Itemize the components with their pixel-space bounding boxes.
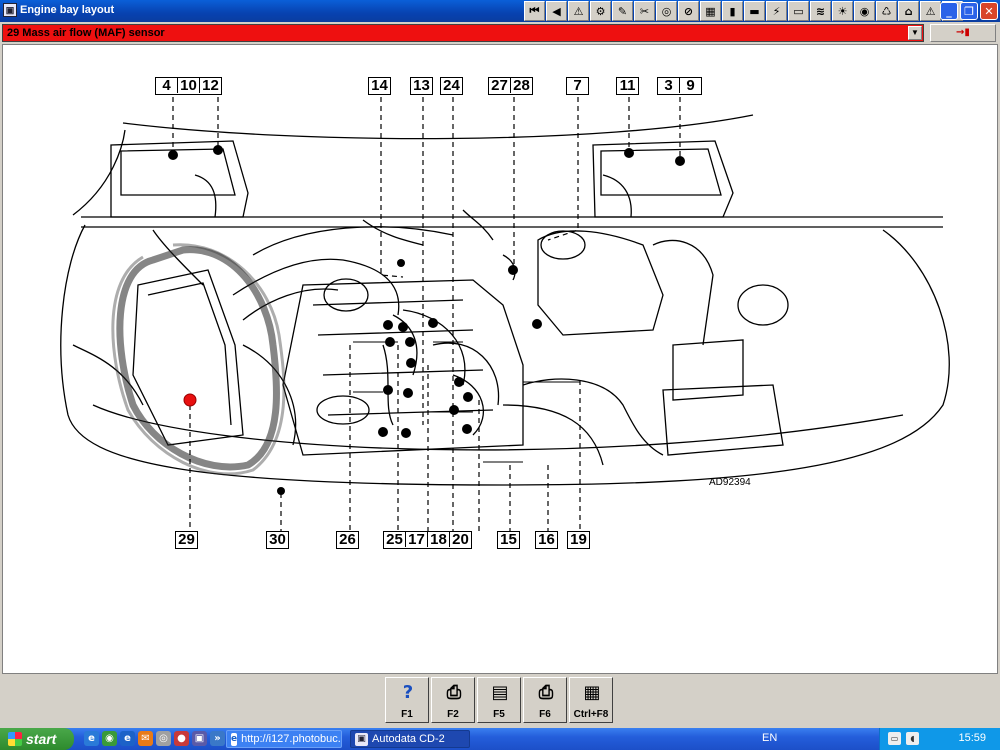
- language-indicator[interactable]: EN: [762, 732, 777, 744]
- battery-icon[interactable]: ▭: [788, 1, 809, 21]
- selected-component: 29 Mass air flow (MAF) sensor: [7, 27, 165, 39]
- internet-explorer-icon: e: [231, 732, 238, 746]
- print-button[interactable]: ⎙ F6: [523, 677, 567, 723]
- electrical-icon[interactable]: ⚡: [766, 1, 787, 21]
- callout-label[interactable]: 39: [657, 77, 702, 95]
- maf-sensor-marker[interactable]: [183, 393, 197, 407]
- tray-network-icon[interactable]: ▭: [888, 732, 901, 745]
- autodata-app-icon: ▣: [3, 3, 17, 17]
- callout-label[interactable]: 16: [535, 531, 558, 549]
- quick-launch-icon[interactable]: e: [84, 731, 99, 746]
- autodata-app-icon: ▣: [355, 732, 368, 746]
- info-icon[interactable]: ⚠: [920, 1, 941, 21]
- quick-launch: e ◉ e ✉ ◎ ● ▣ »: [84, 731, 225, 746]
- quick-launch-icon[interactable]: ●: [174, 731, 189, 746]
- component-selector[interactable]: 29 Mass air flow (MAF) sensor ▼: [2, 24, 924, 42]
- quick-launch-icon[interactable]: »: [210, 731, 225, 746]
- engine-bay-drawing: [60, 97, 950, 535]
- service-icon[interactable]: ♺: [876, 1, 897, 21]
- wiring-icon[interactable]: ≋: [810, 1, 831, 21]
- callout-label[interactable]: 7: [566, 77, 589, 95]
- minimize-button[interactable]: _: [940, 2, 958, 20]
- wrench-icon[interactable]: ✂: [634, 1, 655, 21]
- taskbar-item-autodata[interactable]: ▣ Autodata CD-2: [350, 730, 470, 748]
- table-icon: ▦: [583, 682, 601, 703]
- engine-bay-diagram: AD92394 4 10 12 14 13 24 27 28 7 11 39 29 3…: [2, 44, 998, 674]
- maximize-button[interactable]: ❐: [960, 2, 978, 20]
- close-button[interactable]: ✕: [980, 2, 998, 20]
- document-icon: ▤: [491, 682, 509, 703]
- printer-icon: ⎙: [538, 682, 554, 703]
- callout-label-29[interactable]: 29: [175, 531, 198, 549]
- callout-label[interactable]: 13: [410, 77, 433, 95]
- callout-label[interactable]: 30: [266, 531, 289, 549]
- quick-launch-icon[interactable]: ✉: [138, 731, 153, 746]
- gauge-icon[interactable]: ◎: [656, 1, 677, 21]
- callout-label[interactable]: 4 10 12: [155, 77, 222, 95]
- tray-volume-icon[interactable]: ◖: [906, 732, 919, 745]
- callout-label[interactable]: 27 28: [488, 77, 533, 95]
- title-toolbar: ⏮◀⚠⚙✎✂◎⊘▦▮▬⚡▭≋☀◉♺⌂⚠◈: [524, 1, 963, 21]
- quick-launch-icon[interactable]: e: [120, 731, 135, 746]
- brake-icon[interactable]: ◉: [854, 1, 875, 21]
- callout-label[interactable]: 25 17 18 20: [383, 531, 472, 549]
- callout-label[interactable]: 24: [440, 77, 463, 95]
- quick-launch-icon[interactable]: ▣: [192, 731, 207, 746]
- windows-logo-icon: [8, 732, 22, 746]
- timing-belt-icon[interactable]: ⊘: [678, 1, 699, 21]
- warning-icon[interactable]: ⚠: [568, 1, 589, 21]
- body-icon[interactable]: ⌂: [898, 1, 919, 21]
- window-title: Engine bay layout: [20, 4, 115, 16]
- quick-launch-icon[interactable]: ◉: [102, 731, 117, 746]
- first-page-icon[interactable]: ⏮: [524, 1, 545, 21]
- help-icon: ?: [402, 682, 414, 703]
- exit-button[interactable]: →▮: [930, 24, 996, 42]
- print-preview-button[interactable]: ⎙ F2: [431, 677, 475, 723]
- taskbar: start e ◉ e ✉ ◎ ● ▣ » e http://i127.phot…: [0, 728, 1000, 750]
- table-button[interactable]: ▦ Ctrl+F8: [569, 677, 613, 723]
- function-key-bar: ? F1 ⎙ F2 ▤ F5 ⎙ F6 ▦ Ctrl+F8: [385, 677, 613, 723]
- quick-launch-icon[interactable]: ◎: [156, 731, 171, 746]
- system-tray: EN ▭ ◖ 15:59: [762, 728, 1000, 750]
- tools-icon[interactable]: ✎: [612, 1, 633, 21]
- lamp-icon[interactable]: ☀: [832, 1, 853, 21]
- help-button[interactable]: ? F1: [385, 677, 429, 723]
- callout-label[interactable]: 26: [336, 531, 359, 549]
- start-button[interactable]: start: [0, 728, 74, 750]
- back-icon[interactable]: ◀: [546, 1, 567, 21]
- print-preview-icon: ⎙: [446, 682, 462, 703]
- car-icon[interactable]: ▬: [744, 1, 765, 21]
- calendar-icon[interactable]: ▦: [700, 1, 721, 21]
- callout-label[interactable]: 11: [616, 77, 639, 95]
- figure-code: AD92394: [709, 477, 751, 488]
- callout-label[interactable]: 19: [567, 531, 590, 549]
- title-bar: ▣ Engine bay layout ⏮◀⚠⚙✎✂◎⊘▦▮▬⚡▭≋☀◉♺⌂⚠◈…: [0, 0, 1000, 22]
- clock: 15:59: [958, 732, 986, 744]
- fuel-icon[interactable]: ▮: [722, 1, 743, 21]
- document-button[interactable]: ▤ F5: [477, 677, 521, 723]
- callout-label[interactable]: 14: [368, 77, 391, 95]
- engine-icon[interactable]: ⚙: [590, 1, 611, 21]
- callout-label[interactable]: 15: [497, 531, 520, 549]
- chevron-down-icon[interactable]: ▼: [908, 26, 922, 40]
- taskbar-item-browser[interactable]: e http://i127.photobuc...: [226, 730, 342, 748]
